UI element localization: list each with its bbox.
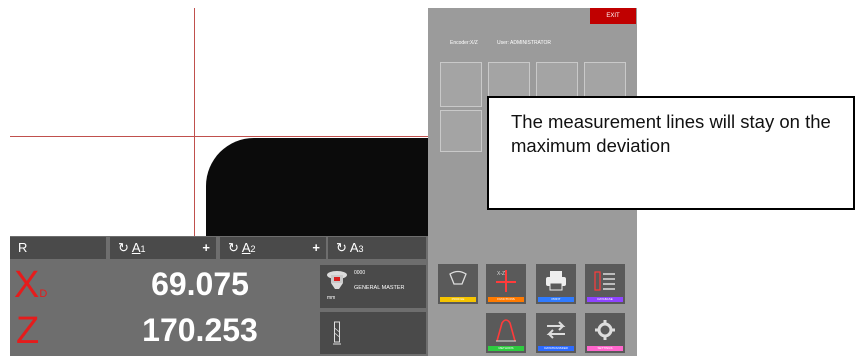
tab-r[interactable]: R	[10, 237, 106, 259]
part-silhouette	[206, 138, 428, 236]
settings-label: SETTINGS	[587, 346, 623, 351]
rotate-icon: ↻	[118, 240, 129, 255]
plus-icon[interactable]: +	[312, 237, 320, 259]
functions-icon: X-Z	[496, 270, 516, 292]
slot-1[interactable]	[440, 62, 482, 107]
transfer-arrows-icon	[546, 321, 566, 339]
tab-a3-sub: 3	[358, 244, 364, 254]
horizontal-measurement-line	[10, 136, 428, 137]
settings-button[interactable]: SETTINGS	[585, 313, 625, 353]
vertical-measurement-line	[194, 8, 195, 236]
tab-r-label: R	[18, 240, 28, 255]
tool-unit: mm	[327, 295, 336, 301]
methods-button[interactable]: METHODS	[486, 313, 526, 353]
profile-label: PROFILE	[440, 297, 476, 302]
datatransfer-label: DATATRANSFER	[538, 346, 574, 351]
functions-label: FUNCTIONS	[488, 297, 524, 302]
x-axis-indicator: XD	[14, 266, 58, 306]
exit-button[interactable]: EXIT	[590, 8, 636, 24]
gear-icon	[595, 320, 615, 340]
methods-icon	[496, 319, 516, 342]
drill-icon	[333, 321, 341, 345]
functions-button[interactable]: X-Z FUNCTIONS	[486, 264, 526, 304]
tab-a2[interactable]: ↻ A2 +	[220, 237, 326, 259]
print-label: PRINT	[538, 297, 574, 302]
svg-text:X-Z: X-Z	[497, 271, 505, 277]
user-status: User: ADMINISTRATOR	[497, 40, 551, 46]
database-list-icon	[594, 271, 615, 291]
callout-box: The measurement lines will stay on the m…	[487, 96, 855, 210]
datatransfer-button[interactable]: DATATRANSFER	[536, 313, 576, 353]
camera-view[interactable]	[10, 8, 428, 236]
profile-button[interactable]: PROFILE	[438, 264, 478, 304]
tab-a1[interactable]: ↻ A1 +	[110, 237, 216, 259]
print-button[interactable]: PRINT	[536, 264, 576, 304]
tool-name: GENERAL MASTER	[354, 285, 405, 291]
callout-text: The measurement lines will stay on the m…	[511, 111, 831, 156]
rotate-icon: ↻	[336, 240, 347, 255]
z-axis-indicator: Z	[16, 312, 60, 352]
profile-icon	[449, 270, 467, 285]
clamp-selector[interactable]	[320, 312, 426, 354]
printer-icon	[546, 271, 566, 291]
z-axis-letter: Z	[16, 310, 40, 352]
tool-holder-icon	[327, 271, 347, 289]
database-label: DATABASE	[587, 297, 623, 302]
slot-5[interactable]	[440, 110, 482, 152]
tab-a2-sub: 2	[250, 244, 256, 254]
database-button[interactable]: DATABASE	[585, 264, 625, 304]
x-value: 69.075	[151, 266, 249, 302]
z-value: 170.253	[142, 312, 258, 348]
tab-a1-sub: 1	[140, 244, 146, 254]
tool-number: 0000	[354, 270, 366, 276]
rotate-icon: ↻	[228, 240, 239, 255]
plus-icon[interactable]: +	[202, 237, 210, 259]
tool-selector[interactable]: 0000 GENERAL MASTER mm	[320, 265, 426, 308]
tab-a3[interactable]: ↻ A3	[328, 237, 426, 259]
methods-label: METHODS	[488, 346, 524, 351]
x-axis-letter: X	[14, 264, 40, 306]
x-axis-sub: D	[39, 288, 48, 300]
encoder-status: Encoder:X/Z	[450, 40, 478, 46]
